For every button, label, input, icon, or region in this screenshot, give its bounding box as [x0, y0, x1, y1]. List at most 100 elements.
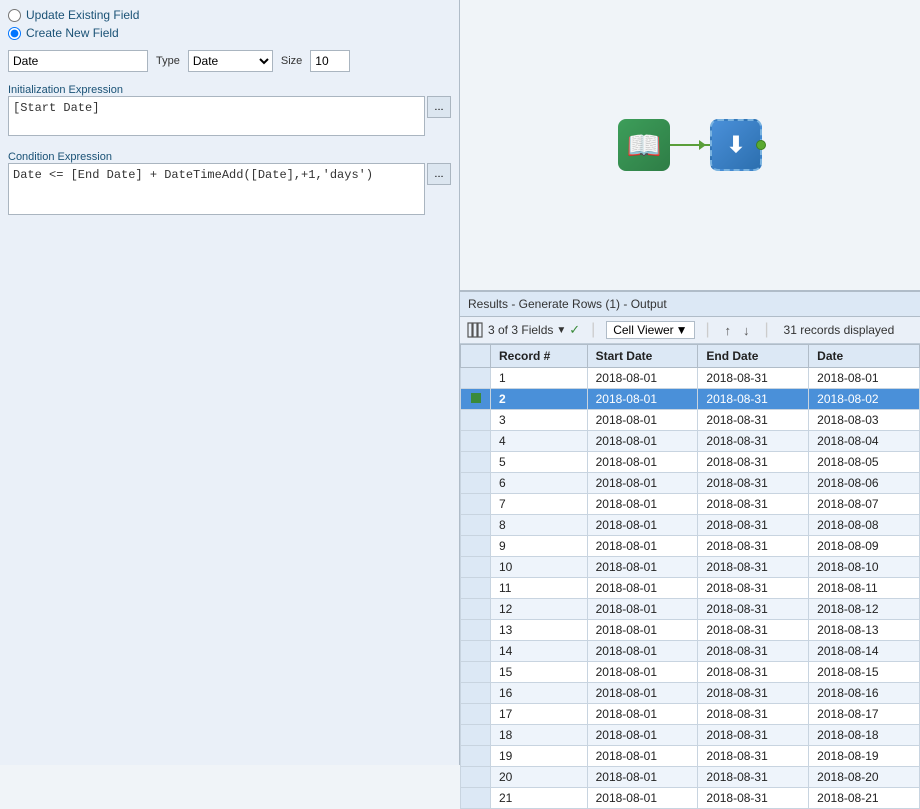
row-indicator [461, 557, 491, 578]
row-indicator [461, 599, 491, 620]
table-row[interactable]: 6 2018-08-01 2018-08-31 2018-08-06 [461, 473, 920, 494]
cell-record: 11 [491, 578, 588, 599]
table-row[interactable]: 21 2018-08-01 2018-08-31 2018-08-21 [461, 788, 920, 809]
results-section: Results - Generate Rows (1) - Output 3 o… [460, 290, 920, 809]
cell-date: 2018-08-16 [809, 683, 920, 704]
create-new-radio[interactable]: Create New Field [8, 26, 451, 40]
cell-date: 2018-08-01 [809, 368, 920, 389]
cell-start-date: 2018-08-01 [587, 578, 698, 599]
generate-rows-node[interactable]: ⬇ [710, 119, 762, 171]
table-row[interactable]: 20 2018-08-01 2018-08-31 2018-08-20 [461, 767, 920, 788]
col-header-end-date[interactable]: End Date [698, 345, 809, 368]
cell-record: 21 [491, 788, 588, 809]
cell-record: 19 [491, 746, 588, 767]
cell-date: 2018-08-20 [809, 767, 920, 788]
table-row[interactable]: 11 2018-08-01 2018-08-31 2018-08-11 [461, 578, 920, 599]
cell-record: 5 [491, 452, 588, 473]
init-expr-area: [Start Date] ... [8, 96, 451, 139]
field-name-input[interactable] [8, 50, 148, 72]
cell-record: 18 [491, 725, 588, 746]
table-row[interactable]: 2 2018-08-01 2018-08-31 2018-08-02 [461, 389, 920, 410]
size-input[interactable] [310, 50, 350, 72]
selected-indicator [471, 393, 481, 403]
cell-viewer-label: Cell Viewer [613, 323, 673, 337]
data-table-wrapper[interactable]: Record # Start Date End Date Date 1 2018… [460, 344, 920, 809]
results-header: Results - Generate Rows (1) - Output [460, 292, 920, 317]
col-header-date[interactable]: Date [809, 345, 920, 368]
generate-icon: ⬇ [727, 132, 745, 158]
cell-date: 2018-08-04 [809, 431, 920, 452]
row-indicator [461, 662, 491, 683]
table-row[interactable]: 1 2018-08-01 2018-08-31 2018-08-01 [461, 368, 920, 389]
cell-start-date: 2018-08-01 [587, 410, 698, 431]
table-row[interactable]: 3 2018-08-01 2018-08-31 2018-08-03 [461, 410, 920, 431]
row-indicator [461, 683, 491, 704]
table-row[interactable]: 15 2018-08-01 2018-08-31 2018-08-15 [461, 662, 920, 683]
results-title: Results - Generate Rows (1) - Output [468, 297, 667, 311]
row-indicator [461, 725, 491, 746]
col-header-indicator [461, 345, 491, 368]
cell-record: 15 [491, 662, 588, 683]
cell-date: 2018-08-05 [809, 452, 920, 473]
cell-record: 13 [491, 620, 588, 641]
row-indicator [461, 767, 491, 788]
init-expr-button[interactable]: ... [427, 96, 451, 118]
table-row[interactable]: 12 2018-08-01 2018-08-31 2018-08-12 [461, 599, 920, 620]
table-row[interactable]: 18 2018-08-01 2018-08-31 2018-08-18 [461, 725, 920, 746]
cell-date: 2018-08-21 [809, 788, 920, 809]
cell-record: 7 [491, 494, 588, 515]
table-row[interactable]: 4 2018-08-01 2018-08-31 2018-08-04 [461, 431, 920, 452]
col-header-start-date[interactable]: Start Date [587, 345, 698, 368]
cell-start-date: 2018-08-01 [587, 746, 698, 767]
cell-end-date: 2018-08-31 [698, 788, 809, 809]
row-indicator [461, 536, 491, 557]
cell-end-date: 2018-08-31 [698, 599, 809, 620]
sort-asc-button[interactable]: ↑ [721, 322, 736, 339]
table-row[interactable]: 13 2018-08-01 2018-08-31 2018-08-13 [461, 620, 920, 641]
results-toolbar: 3 of 3 Fields ▼ ✓ | Cell Viewer ▼ | ↑ ↓ … [460, 317, 920, 344]
init-expr-label: Initialization Expression [8, 84, 451, 96]
check-icon: ✓ [569, 322, 580, 338]
table-row[interactable]: 8 2018-08-01 2018-08-31 2018-08-08 [461, 515, 920, 536]
table-row[interactable]: 5 2018-08-01 2018-08-31 2018-08-05 [461, 452, 920, 473]
right-panel: 📖 ⬇ Results - Generate Rows (1) - Output [460, 0, 920, 765]
table-row[interactable]: 9 2018-08-01 2018-08-31 2018-08-09 [461, 536, 920, 557]
cond-expr-button[interactable]: ... [427, 163, 451, 185]
row-indicator [461, 389, 491, 410]
row-indicator [461, 578, 491, 599]
table-row[interactable]: 17 2018-08-01 2018-08-31 2018-08-17 [461, 704, 920, 725]
cell-viewer-button[interactable]: Cell Viewer ▼ [606, 321, 694, 339]
cell-start-date: 2018-08-01 [587, 557, 698, 578]
columns-icon[interactable] [466, 321, 484, 339]
cell-record: 14 [491, 641, 588, 662]
cell-start-date: 2018-08-01 [587, 788, 698, 809]
update-existing-label: Update Existing Field [26, 8, 139, 22]
sort-desc-button[interactable]: ↓ [739, 322, 754, 339]
cell-end-date: 2018-08-31 [698, 704, 809, 725]
cell-start-date: 2018-08-01 [587, 599, 698, 620]
table-row[interactable]: 19 2018-08-01 2018-08-31 2018-08-19 [461, 746, 920, 767]
cond-expr-textarea[interactable]: Date <= [End Date] + DateTimeAdd([Date],… [8, 163, 425, 215]
fields-dropdown-arrow[interactable]: ▼ [556, 325, 566, 336]
cell-end-date: 2018-08-31 [698, 767, 809, 788]
cell-date: 2018-08-06 [809, 473, 920, 494]
row-indicator [461, 746, 491, 767]
cell-date: 2018-08-09 [809, 536, 920, 557]
type-select[interactable]: Date String Integer Double Boolean [188, 50, 273, 72]
cell-end-date: 2018-08-31 [698, 641, 809, 662]
cell-end-date: 2018-08-31 [698, 515, 809, 536]
table-row[interactable]: 7 2018-08-01 2018-08-31 2018-08-07 [461, 494, 920, 515]
update-existing-radio[interactable]: Update Existing Field [8, 8, 451, 22]
separator2: | [699, 321, 717, 339]
col-header-record[interactable]: Record # [491, 345, 588, 368]
table-row[interactable]: 16 2018-08-01 2018-08-31 2018-08-16 [461, 683, 920, 704]
cell-start-date: 2018-08-01 [587, 473, 698, 494]
create-new-label: Create New Field [26, 26, 119, 40]
source-node[interactable]: 📖 [618, 119, 670, 171]
type-label: Type [156, 55, 180, 67]
cell-record: 6 [491, 473, 588, 494]
table-row[interactable]: 14 2018-08-01 2018-08-31 2018-08-14 [461, 641, 920, 662]
table-row[interactable]: 10 2018-08-01 2018-08-31 2018-08-10 [461, 557, 920, 578]
init-expr-textarea[interactable]: [Start Date] [8, 96, 425, 136]
cell-start-date: 2018-08-01 [587, 389, 698, 410]
